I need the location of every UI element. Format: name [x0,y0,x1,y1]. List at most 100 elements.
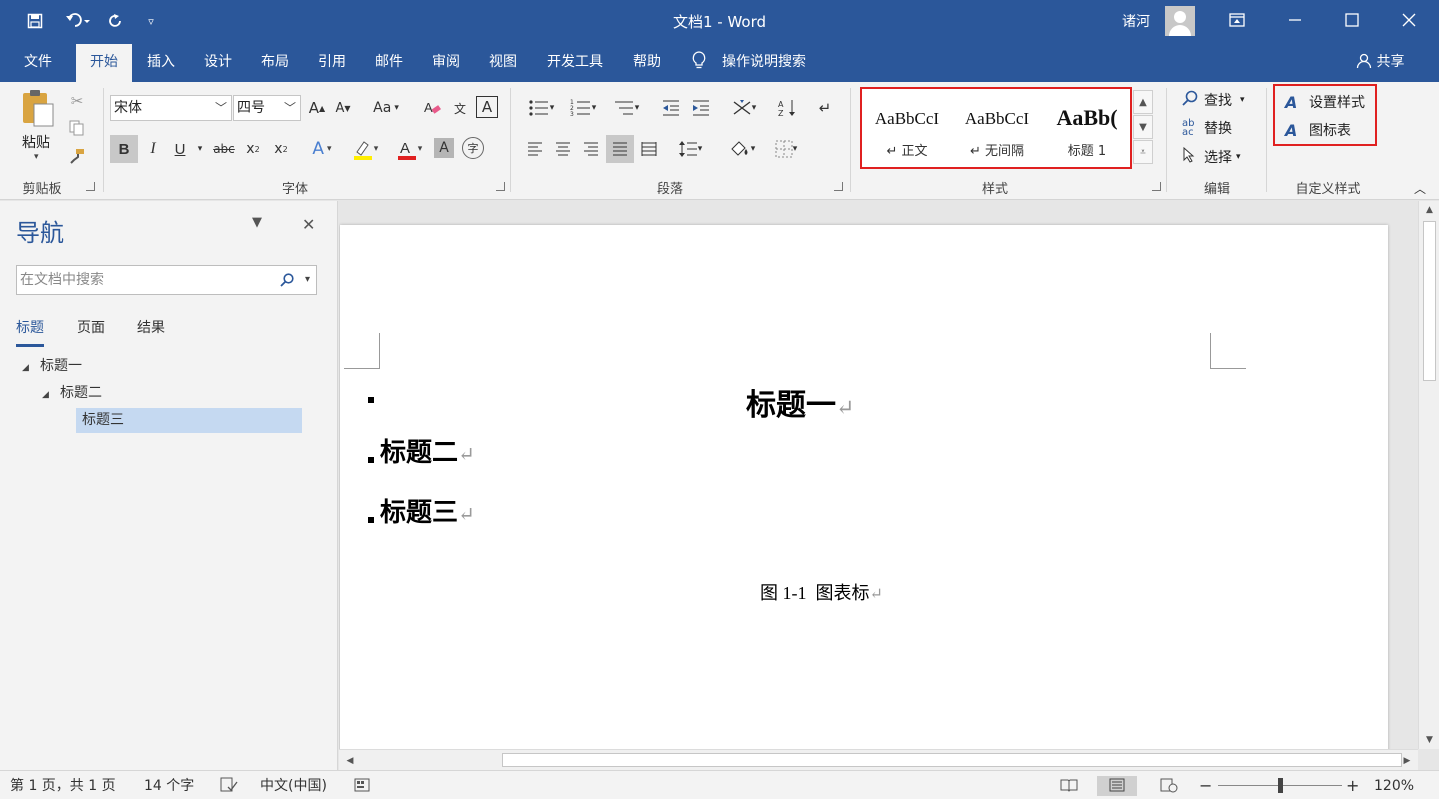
phonetic-guide-icon[interactable]: 文 [448,96,472,120]
character-border-icon[interactable]: A [476,96,498,118]
font-name-combo[interactable]: 宋体 ﹀ [110,95,232,121]
tab-file[interactable]: 文件 [14,44,62,82]
styles-more-icon[interactable]: ⩡ [1133,140,1153,164]
bold-button[interactable]: B [110,135,138,163]
strikethrough-button[interactable]: abc [210,135,238,163]
proofing-icon[interactable] [220,776,238,796]
nav-heading-item[interactable]: ◢ 标题一 [22,354,82,379]
paragraph-launcher-icon[interactable] [834,182,843,191]
tab-pages[interactable]: 页面 [77,317,105,347]
read-mode-icon[interactable] [1056,776,1082,796]
numbering-icon[interactable]: 1 2 3 ▾ [564,96,602,120]
align-left-icon[interactable] [522,135,548,163]
maximize-icon[interactable] [1329,4,1375,36]
decrease-indent-icon[interactable] [658,96,684,120]
align-right-icon[interactable] [578,135,604,163]
close-icon[interactable] [1386,4,1432,36]
scroll-right-icon[interactable]: ▶ [1398,750,1416,771]
distributed-icon[interactable] [636,135,662,163]
tab-review[interactable]: 审阅 [421,44,471,82]
page-count[interactable]: 第 1 页，共 1 页 [10,776,116,796]
pane-options-icon[interactable]: ▼ [252,215,262,230]
style-no-spacing[interactable]: AaBbCcI ↵ 无间隔 [952,89,1042,167]
font-launcher-icon[interactable] [496,182,505,191]
scroll-down-icon[interactable]: ▼ [1419,731,1439,749]
tell-me-search[interactable]: 操作说明搜索 [692,50,806,74]
sort-icon[interactable]: AZ [774,96,800,120]
multilevel-list-icon[interactable]: ▾ [606,96,646,120]
grow-font-icon[interactable]: A ▲ [306,96,328,120]
chevron-down-icon[interactable]: ▾ [305,266,310,294]
figure-table-button[interactable]: A 图标表 [1285,118,1351,142]
show-marks-icon[interactable]: ↵ [812,96,838,120]
character-shading-icon[interactable]: A [434,138,454,158]
scroll-left-icon[interactable]: ◀ [341,750,359,771]
paste-icon[interactable] [18,88,58,128]
clipboard-launcher-icon[interactable] [86,182,95,191]
ribbon-display-options-icon[interactable] [1214,4,1260,36]
borders-icon[interactable]: ▾ [766,135,806,163]
set-style-button[interactable]: A 设置样式 [1285,90,1365,114]
tab-results[interactable]: 结果 [137,317,165,347]
highlight-color-icon[interactable]: ▾ [346,135,384,163]
tab-insert[interactable]: 插入 [136,44,186,82]
language[interactable]: 中文(中国) [260,776,327,796]
find-button[interactable]: 查找 ▾ [1182,88,1245,112]
clear-formatting-icon[interactable]: A [420,96,444,120]
web-layout-icon[interactable] [1156,776,1182,796]
horizontal-scroll-thumb[interactable] [502,753,1402,767]
heading-3[interactable]: 标题三↵ [380,492,475,529]
tab-headings[interactable]: 标题 [16,317,44,347]
zoom-out-button[interactable]: − [1199,776,1212,796]
style-normal[interactable]: AaBbCcI ↵ 正文 [862,89,952,167]
change-case-button[interactable]: Aa ▾ [366,96,406,120]
tab-references[interactable]: 引用 [307,44,357,82]
tab-help[interactable]: 帮助 [622,44,672,82]
shrink-font-icon[interactable]: A ▼ [332,96,354,120]
underline-dropdown-icon[interactable]: ▾ [194,135,206,163]
tab-design[interactable]: 设计 [193,44,243,82]
align-center-icon[interactable] [550,135,576,163]
nav-heading-item[interactable]: ◢ 标题二 [42,381,102,406]
paste-button[interactable]: 粘贴 [22,132,50,152]
tab-developer[interactable]: 开发工具 [538,44,612,82]
close-pane-icon[interactable]: ✕ [302,215,315,234]
font-size-combo[interactable]: 四号 ﹀ [233,95,301,121]
macro-record-icon[interactable] [354,776,370,796]
collapse-triangle-icon[interactable]: ◢ [42,383,60,408]
replace-button[interactable]: ab ac 替换 [1182,116,1232,140]
subscript-icon[interactable]: x2 [240,135,266,163]
format-painter-icon[interactable] [66,145,88,167]
select-button[interactable]: 选择 ▾ [1182,145,1241,169]
print-layout-icon[interactable] [1097,776,1137,796]
heading-1[interactable]: 标题一↵ [746,380,854,424]
tab-home[interactable]: 开始 [76,44,132,82]
search-icon[interactable] [280,266,294,294]
navigation-search-input[interactable]: 在文档中搜索 ▾ [16,265,317,295]
enclose-characters-icon[interactable]: 字 [462,137,484,159]
cut-icon[interactable]: ✂ [66,90,88,112]
vertical-scrollbar[interactable]: ▲ ▼ [1418,201,1439,749]
tab-view[interactable]: 视图 [478,44,528,82]
collapse-ribbon-icon[interactable]: ︿ [1410,180,1430,196]
avatar[interactable] [1165,6,1195,36]
asian-layout-icon[interactable]: ▾ [724,96,764,120]
minimize-icon[interactable] [1272,4,1318,36]
bullets-icon[interactable]: ▾ [522,96,560,120]
copy-icon[interactable] [66,117,88,139]
scroll-up-icon[interactable]: ▲ [1419,201,1439,219]
styles-launcher-icon[interactable] [1152,182,1161,191]
heading-2[interactable]: 标题二↵ [380,432,475,469]
document-page[interactable]: 标题一↵ 标题二↵ 标题三↵ 图 1-1 图表标↵ [340,225,1388,749]
style-heading-1[interactable]: AaBb( 标题 1 [1042,89,1132,167]
styles-scroll-down-icon[interactable]: ▼ [1133,115,1153,139]
word-count[interactable]: 14 个字 [144,776,194,796]
zoom-slider-thumb[interactable] [1278,778,1283,793]
user-name[interactable]: 诸河 [1122,11,1150,31]
justify-icon[interactable] [606,135,634,163]
underline-button[interactable]: U [168,135,192,163]
superscript-icon[interactable]: x2 [268,135,294,163]
figure-caption[interactable]: 图 1-1 图表标↵ [733,558,883,626]
text-effects-icon[interactable]: A ▾ [304,135,340,163]
collapse-triangle-icon[interactable]: ◢ [22,356,40,381]
